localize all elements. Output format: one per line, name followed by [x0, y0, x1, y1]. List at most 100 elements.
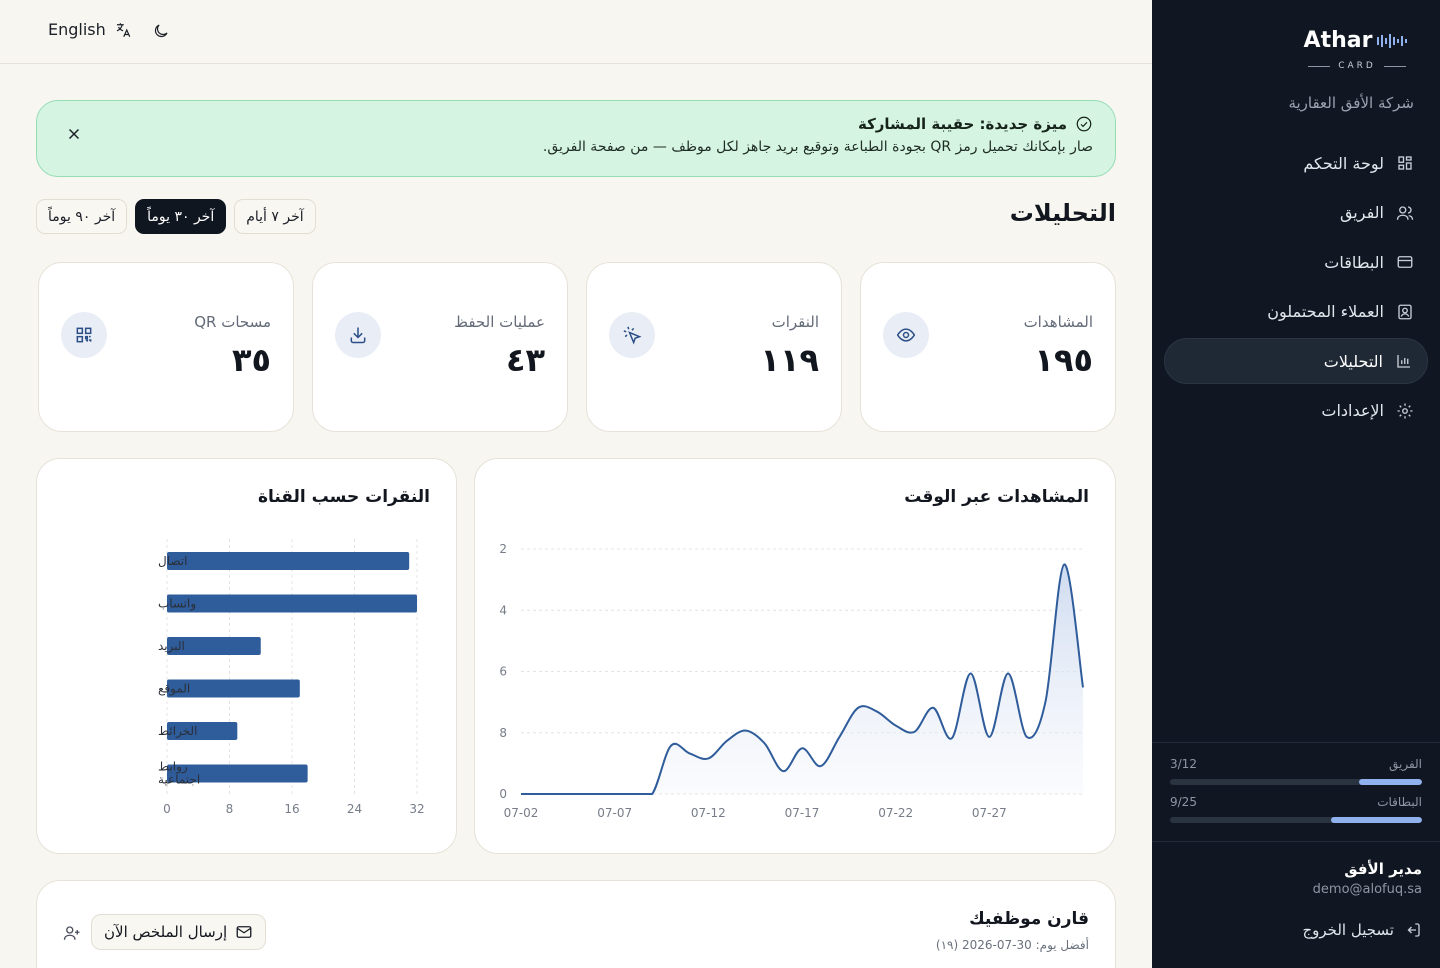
range-7-days[interactable]: آخر ٧ أيام	[234, 199, 316, 234]
x-tick-label: 07-17	[785, 806, 820, 820]
usage-cards: 9/25 البطاقات	[1170, 795, 1422, 823]
mail-icon	[236, 926, 252, 938]
category-label: البريد	[158, 639, 185, 654]
x-tick-label: 16	[284, 802, 299, 816]
leads-icon	[1398, 304, 1412, 319]
compare-subtitle: أفضل يوم: 30-07-2026 (١٩)	[935, 938, 1089, 952]
category-label: الموقع	[158, 682, 190, 697]
x-tick-label: 8	[226, 802, 234, 816]
user-panel: مدير الأفق demo@alofuq.sa تسجيل الخروج	[1152, 841, 1440, 939]
close-icon	[68, 128, 80, 140]
stat-card-saves: عمليات الحفظ ٤٣	[312, 262, 568, 432]
views-chart: 2 4 6 8 0 07-02 07-07 07-12 07-17 07-22 07-27	[499, 542, 1084, 820]
click-icon	[623, 326, 642, 345]
compare-employees-card: قارن موظفيك أفضل يوم: 30-07-2026 (١٩) إر…	[36, 880, 1116, 968]
brand-mark-icon	[1377, 33, 1408, 48]
sidebar-item-team[interactable]: الفريق	[1164, 190, 1428, 236]
company-name: شركة الأفق العقارية	[1288, 94, 1414, 112]
stats-row: المشاهدات ١٩٥ النقرات ١١٩ عمليات الحفظ ٤…	[36, 262, 1116, 432]
usage-label: البطاقات	[1377, 795, 1422, 809]
usage-progress-bar	[1170, 817, 1422, 823]
user-plus-icon	[63, 926, 80, 940]
category-label: اتصال	[158, 554, 187, 568]
category-label: واتساب	[158, 597, 196, 612]
x-tick-label: 07-02	[504, 806, 539, 820]
brand-logo[interactable]: Athar CARD	[1302, 28, 1412, 71]
language-label: English	[48, 20, 106, 39]
usage-value: 3/12	[1170, 757, 1197, 771]
usage-labels: 3/12 الفريق	[1170, 757, 1422, 771]
x-tick-label: 07-12	[691, 806, 726, 820]
date-range-selector: آخر ٧ أيام آخر ٣٠ يوماً آخر ٩٠ يوماً	[36, 199, 316, 234]
range-90-days[interactable]: آخر ٩٠ يوماً	[36, 199, 128, 234]
banner-text: صار بإمكانك تحميل رمز QR بجودة الطباعة و…	[542, 139, 1093, 155]
feature-banner: ميزة جديدة: حقيبة المشاركة صار بإمكانك ت…	[36, 100, 1116, 177]
stat-value: ١١٩	[760, 341, 819, 379]
stat-card-clicks: النقرات ١١٩	[586, 262, 842, 432]
banner-title: ميزة جديدة: حقيبة المشاركة	[857, 115, 1067, 133]
compare-title: قارن موظفيك	[969, 909, 1089, 929]
qr-icon	[76, 327, 92, 343]
x-tick-label: 07-07	[597, 806, 632, 820]
logout-label: تسجيل الخروج	[1302, 921, 1394, 939]
send-summary-label: إرسال الملخص الآن	[104, 923, 228, 941]
sidebar-item-cards[interactable]: البطاقات	[1164, 239, 1428, 285]
brand-name: Athar	[1303, 28, 1373, 53]
sidebar-item-analytics[interactable]: التحليلات	[1164, 338, 1428, 384]
team-icon	[1396, 205, 1414, 220]
moon-icon	[154, 24, 168, 38]
y-tick-label: 6	[499, 665, 507, 679]
sidebar-nav: لوحة التحكم الفريق البطاقات العملاء المح…	[1164, 140, 1428, 437]
sidebar-item-label: الإعدادات	[1321, 401, 1384, 420]
stat-value: ٤٣	[505, 341, 545, 379]
sidebar-item-settings[interactable]: الإعدادات	[1164, 388, 1428, 434]
dark-mode-toggle[interactable]	[152, 22, 170, 44]
sidebar-item-label: لوحة التحكم	[1303, 153, 1384, 173]
language-toggle[interactable]: English	[48, 20, 132, 39]
usage-progress-fill	[1331, 817, 1422, 823]
banner-close-button[interactable]	[65, 125, 83, 143]
range-30-days[interactable]: آخر ٣٠ يوماً	[135, 199, 227, 234]
usage-progress-fill	[1359, 779, 1422, 785]
check-circle-icon	[1076, 116, 1092, 132]
usage-value: 9/25	[1170, 795, 1197, 809]
stat-icon-holder	[609, 312, 655, 358]
dashboard-icon	[1398, 156, 1412, 170]
sidebar-item-leads[interactable]: العملاء المحتملون	[1164, 289, 1428, 335]
channel-bar	[167, 594, 417, 613]
x-tick-label: 32	[409, 802, 424, 816]
clicks-by-channel-card: النقرات حسب القناة 0 8 16 24 32 اتصال واتساب ال…	[36, 458, 457, 854]
channel-chart: 0 8 16 24 32 اتصال واتساب البريد الموقع الخرائط رو…	[158, 539, 425, 816]
x-tick-label: 07-27	[972, 806, 1007, 820]
stat-label: النقرات	[771, 313, 819, 331]
channel-bar	[167, 552, 410, 570]
add-user-button[interactable]	[63, 924, 81, 942]
analytics-icon	[1397, 355, 1410, 368]
stat-card-qr-scans: مسحات QR ٣٥	[38, 262, 294, 432]
brand-sub-row: CARD	[1302, 61, 1412, 71]
stat-icon-holder	[883, 312, 929, 358]
y-tick-label: 8	[499, 726, 507, 740]
views-over-time-card: المشاهدات عبر الوقت 2 4 6 8 0 07-02 07-07 07-12…	[474, 458, 1116, 854]
usage-labels: 9/25 البطاقات	[1170, 795, 1422, 809]
sidebar-item-label: العملاء المحتملون	[1267, 302, 1384, 321]
stat-icon-holder	[335, 312, 381, 358]
logout-button[interactable]: تسجيل الخروج	[1170, 921, 1422, 939]
settings-icon	[1397, 403, 1413, 418]
stat-label: عمليات الحفظ	[454, 313, 545, 331]
stat-label: المشاهدات	[1023, 313, 1093, 331]
sidebar-item-dashboard[interactable]: لوحة التحكم	[1164, 140, 1428, 186]
stat-icon-holder	[61, 312, 107, 358]
banner-heading: ميزة جديدة: حقيبة المشاركة	[59, 115, 1093, 133]
stat-card-views: المشاهدات ١٩٥	[860, 262, 1116, 432]
usage-label: الفريق	[1388, 757, 1422, 771]
category-label: الخرائط	[158, 724, 197, 739]
logout-icon	[1407, 923, 1420, 937]
brand-sub: CARD	[1338, 61, 1376, 71]
usage-team: 3/12 الفريق	[1170, 757, 1422, 785]
views-area-fill	[521, 564, 1083, 794]
send-summary-button[interactable]: إرسال الملخص الآن	[91, 914, 267, 950]
brand-name-row: Athar	[1304, 28, 1411, 53]
x-tick-label: 0	[163, 802, 171, 816]
user-name: مدير الأفق	[1344, 860, 1422, 878]
